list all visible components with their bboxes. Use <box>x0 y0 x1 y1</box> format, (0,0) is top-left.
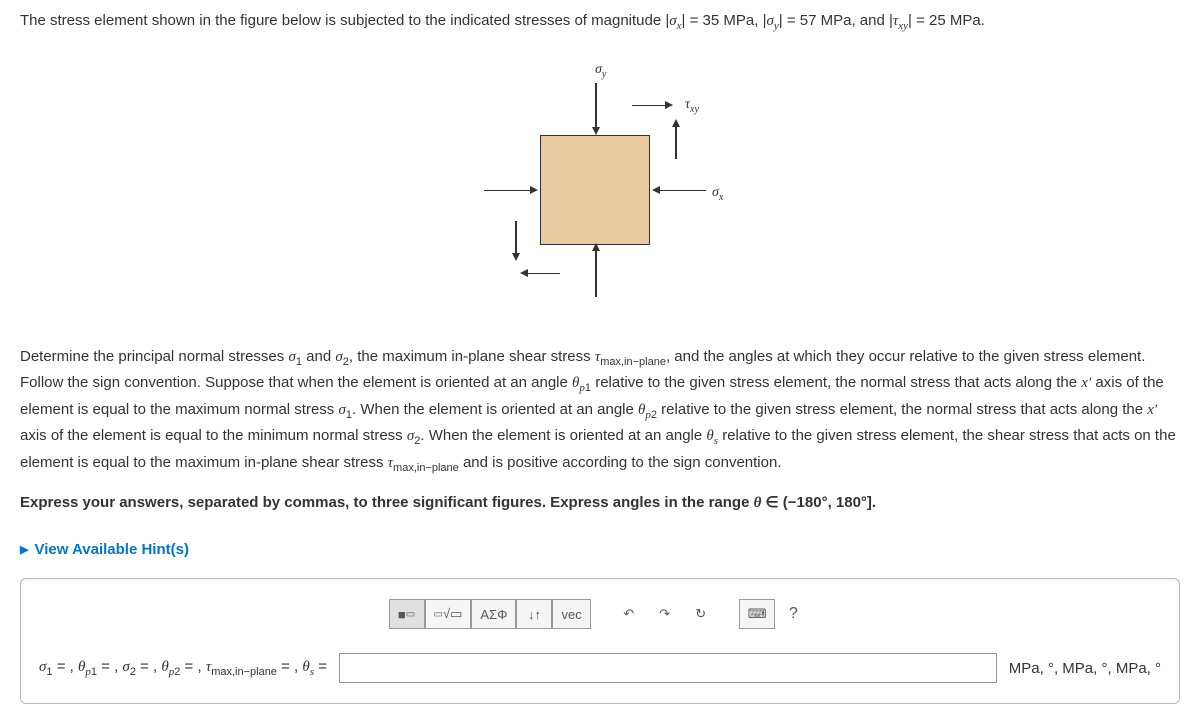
keyboard-button[interactable]: ⌨ <box>739 599 776 629</box>
answer-input[interactable] <box>339 653 997 683</box>
equation-toolbar: ■▭ ▭√▭ ΑΣΦ ↓↑ vec ↶ ↷ ↻ ⌨ ? <box>389 599 812 629</box>
sigma-x-left-arrow <box>484 190 532 192</box>
hints-toggle[interactable]: View Available Hint(s) <box>20 541 189 558</box>
figure-area: σy τxy σx <box>20 55 1180 305</box>
sigma-x-left-arrowhead <box>530 186 538 194</box>
sigma-y-label: σy <box>595 60 606 80</box>
tau-top-arrowhead <box>665 101 673 109</box>
sigma-y-arrowhead <box>592 127 600 135</box>
sigma-y-bottom-arrowhead <box>592 243 600 251</box>
root-button[interactable]: ▭√▭ <box>425 599 472 629</box>
sigma-x-label: σx <box>712 183 723 203</box>
answer-box: ■▭ ▭√▭ ΑΣΦ ↓↑ vec ↶ ↷ ↻ ⌨ ? σ1 = , θp1 =… <box>20 578 1180 704</box>
stress-box <box>540 135 650 245</box>
tau-xy-label: τxy <box>685 95 699 115</box>
vec-button[interactable]: vec <box>552 599 590 629</box>
answer-lhs: σ1 = , θp1 = , σ2 = , θp2 = , τmax,in−pl… <box>39 658 327 678</box>
answer-rhs: MPa, °, MPa, °, MPa, ° <box>1009 660 1161 677</box>
sigma-y-arrow <box>595 83 597 131</box>
tau-bottom-arrow <box>526 273 560 275</box>
sigma-y-bottom-arrow <box>595 249 597 297</box>
tau-right-arrow <box>675 125 677 159</box>
subscript-button[interactable]: ↓↑ <box>516 599 552 629</box>
reset-button[interactable]: ↻ <box>683 599 719 629</box>
tau-right-arrowhead <box>672 119 680 127</box>
tau-left-arrowhead <box>512 253 520 261</box>
format-instructions: Express your answers, separated by comma… <box>20 491 1180 515</box>
help-button[interactable]: ? <box>775 599 811 629</box>
sigma-x-arrow <box>658 190 706 192</box>
redo-button[interactable]: ↷ <box>647 599 683 629</box>
tau-left-arrow <box>515 221 517 255</box>
sigma-x-arrowhead <box>652 186 660 194</box>
greek-button[interactable]: ΑΣΦ <box>471 599 516 629</box>
stress-element-figure: σy τxy σx <box>460 55 740 305</box>
instructions-text: Determine the principal normal stresses … <box>20 345 1180 478</box>
problem-statement: The stress element shown in the figure b… <box>20 10 1180 35</box>
tau-bottom-arrowhead <box>520 269 528 277</box>
tau-top-arrow <box>632 105 666 107</box>
answer-row: σ1 = , θp1 = , σ2 = , θp2 = , τmax,in−pl… <box>39 653 1161 683</box>
undo-button[interactable]: ↶ <box>611 599 647 629</box>
templates-button[interactable]: ■▭ <box>389 599 425 629</box>
